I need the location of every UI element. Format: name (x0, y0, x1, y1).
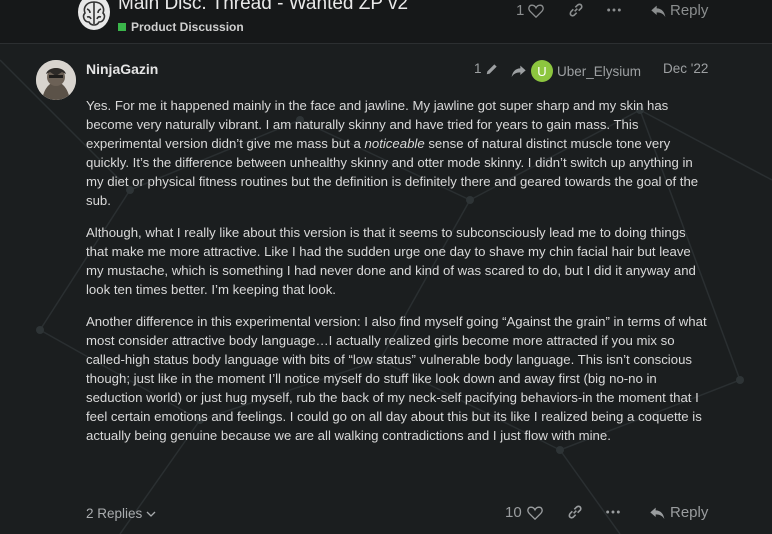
post-paragraph-2: Although, what I really like about this … (86, 225, 696, 297)
reply-to-link[interactable]: U Uber_Elysium (511, 60, 641, 82)
post-footer: 2 Replies 10 Reply (0, 504, 772, 534)
more-actions-button[interactable] (605, 504, 621, 520)
post: NinjaGazin 1 U Uber_Elysium Dec '22 Yes.… (0, 44, 772, 534)
reply-button[interactable]: Reply (649, 504, 708, 521)
heart-icon (528, 4, 545, 18)
link-icon (568, 505, 582, 519)
post-content: Yes. For me it happened mainly in the fa… (86, 96, 710, 458)
reply-arrow-icon (651, 5, 666, 17)
header-like-count: 1 (516, 2, 525, 19)
reply-arrow-icon (650, 507, 665, 519)
like-count: 10 (505, 504, 522, 521)
like-button[interactable]: 10 (505, 504, 543, 521)
show-replies-button[interactable]: 2 Replies (86, 506, 157, 521)
edit-count: 1 (474, 61, 482, 76)
reply-to-avatar: U (531, 60, 553, 82)
copy-link-button[interactable] (567, 504, 583, 520)
category-color-square (118, 23, 126, 31)
header-reply-label: Reply (670, 2, 709, 19)
header-more-button[interactable] (606, 2, 622, 18)
post-username[interactable]: NinjaGazin (86, 61, 158, 77)
brain-logo-icon[interactable] (78, 0, 110, 30)
post-meta: 1 U Uber_Elysium Dec '22 (474, 60, 714, 82)
user-avatar[interactable] (36, 60, 76, 100)
link-icon (569, 3, 583, 17)
header-like-button[interactable]: 1 (516, 2, 545, 19)
topic-header: Main Disc. Thread - Wanted ZP v2 Product… (0, 0, 772, 44)
heart-icon (526, 506, 543, 520)
paragraph-1-emphasis: noticeable (364, 136, 425, 151)
category-label: Product Discussion (131, 20, 244, 34)
replies-label: 2 Replies (86, 506, 143, 521)
pencil-icon (486, 63, 497, 74)
reply-to-arrow-icon (511, 65, 526, 77)
header-copy-link-button[interactable] (568, 2, 584, 18)
post-paragraph-3: Another difference in this experimental … (86, 314, 707, 443)
header-reply-button[interactable]: Reply (650, 2, 708, 19)
ellipsis-icon (606, 510, 620, 514)
post-date[interactable]: Dec '22 (663, 61, 708, 76)
reply-label: Reply (670, 504, 709, 521)
post-paragraph-1: Yes. For me it happened mainly in the fa… (86, 96, 710, 210)
ellipsis-icon (607, 8, 621, 12)
chevron-down-icon (146, 511, 156, 517)
edit-history-button[interactable]: 1 (474, 61, 499, 76)
topic-title[interactable]: Main Disc. Thread - Wanted ZP v2 (118, 0, 408, 15)
reply-to-username: Uber_Elysium (557, 63, 642, 79)
category-badge[interactable]: Product Discussion (118, 20, 244, 34)
